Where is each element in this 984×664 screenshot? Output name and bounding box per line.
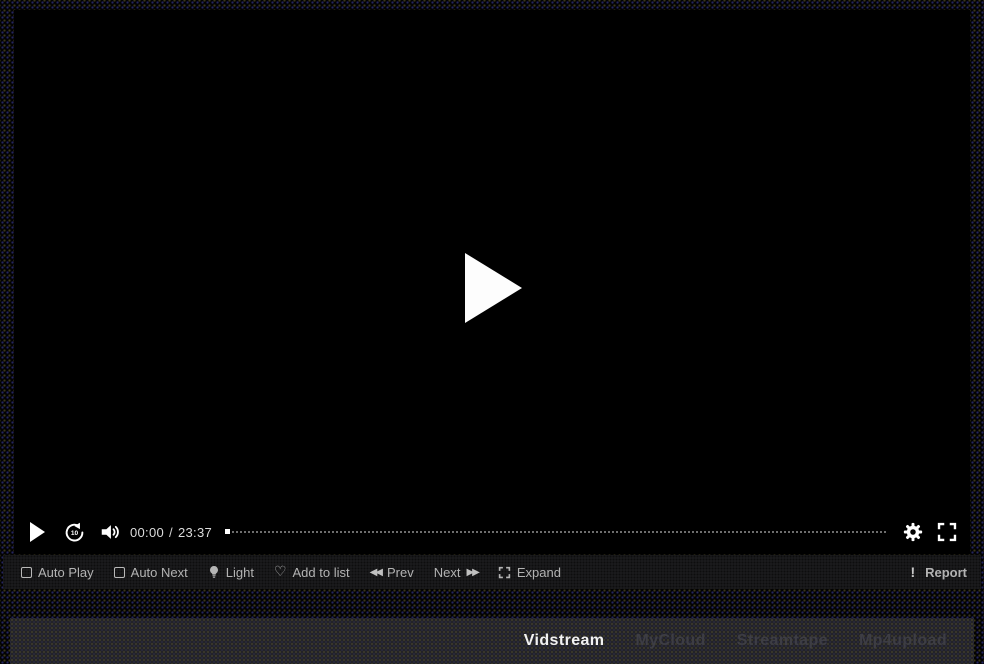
expand-button[interactable]: Expand	[498, 565, 561, 580]
duration: 23:37	[178, 525, 212, 540]
current-time: 00:00	[130, 525, 164, 540]
next-label: Next	[434, 565, 461, 580]
auto-next-toggle[interactable]: Auto Next	[114, 565, 188, 580]
add-to-list-button[interactable]: ♡ Add to list	[274, 565, 350, 580]
svg-text:10: 10	[71, 530, 79, 537]
player-toolbar: Auto Play Auto Next Light ♡ Add to list …	[3, 555, 981, 589]
seek-bar[interactable]	[225, 525, 886, 539]
settings-button[interactable]	[902, 521, 924, 543]
prev-arrows-icon: ◀◀	[370, 567, 381, 578]
expand-icon	[498, 566, 511, 579]
big-play-button[interactable]	[465, 253, 522, 323]
heart-icon: ♡	[274, 565, 287, 579]
prev-episode-button[interactable]: ◀◀ Prev	[370, 565, 414, 580]
auto-next-label: Auto Next	[131, 565, 188, 580]
report-label: Report	[925, 565, 967, 580]
auto-play-label: Auto Play	[38, 565, 94, 580]
player-control-bar: 10 00:00 / 23:37	[14, 510, 970, 554]
next-arrows-icon: ▶▶	[466, 567, 477, 578]
light-toggle[interactable]: Light	[208, 565, 254, 580]
lightbulb-icon	[208, 565, 220, 579]
time-separator: /	[169, 525, 173, 540]
volume-icon	[99, 521, 121, 543]
prev-label: Prev	[387, 565, 414, 580]
fullscreen-icon	[936, 521, 958, 543]
rewind-10-icon: 10	[64, 522, 85, 543]
rewind-10-button[interactable]: 10	[64, 522, 85, 543]
play-icon	[30, 522, 45, 542]
next-episode-button[interactable]: Next ▶▶	[434, 565, 478, 580]
fullscreen-button[interactable]	[936, 521, 958, 543]
gear-icon	[902, 521, 924, 543]
video-player[interactable]: 10 00:00 / 23:37	[14, 10, 970, 554]
auto-play-checkbox-icon[interactable]	[21, 567, 32, 578]
server-tab-mp4upload[interactable]: Mp4upload	[859, 632, 947, 650]
add-to-list-label: Add to list	[293, 565, 350, 580]
seek-playhead[interactable]	[225, 529, 230, 534]
server-panel: Vidstream MyCloud Streamtape Mp4upload	[10, 618, 974, 664]
time-display: 00:00 / 23:37	[130, 525, 212, 540]
server-tab-mycloud[interactable]: MyCloud	[635, 632, 705, 650]
server-tab-streamtape[interactable]: Streamtape	[737, 632, 828, 650]
seek-track	[225, 531, 886, 533]
report-button[interactable]: ! Report	[910, 564, 967, 580]
auto-next-checkbox-icon[interactable]	[114, 567, 125, 578]
volume-button[interactable]	[99, 521, 121, 543]
report-exclamation-icon: !	[910, 564, 915, 580]
expand-label: Expand	[517, 565, 561, 580]
play-button[interactable]	[30, 522, 45, 542]
light-label: Light	[226, 565, 254, 580]
server-tab-vidstream[interactable]: Vidstream	[524, 632, 605, 650]
auto-play-toggle[interactable]: Auto Play	[21, 565, 94, 580]
